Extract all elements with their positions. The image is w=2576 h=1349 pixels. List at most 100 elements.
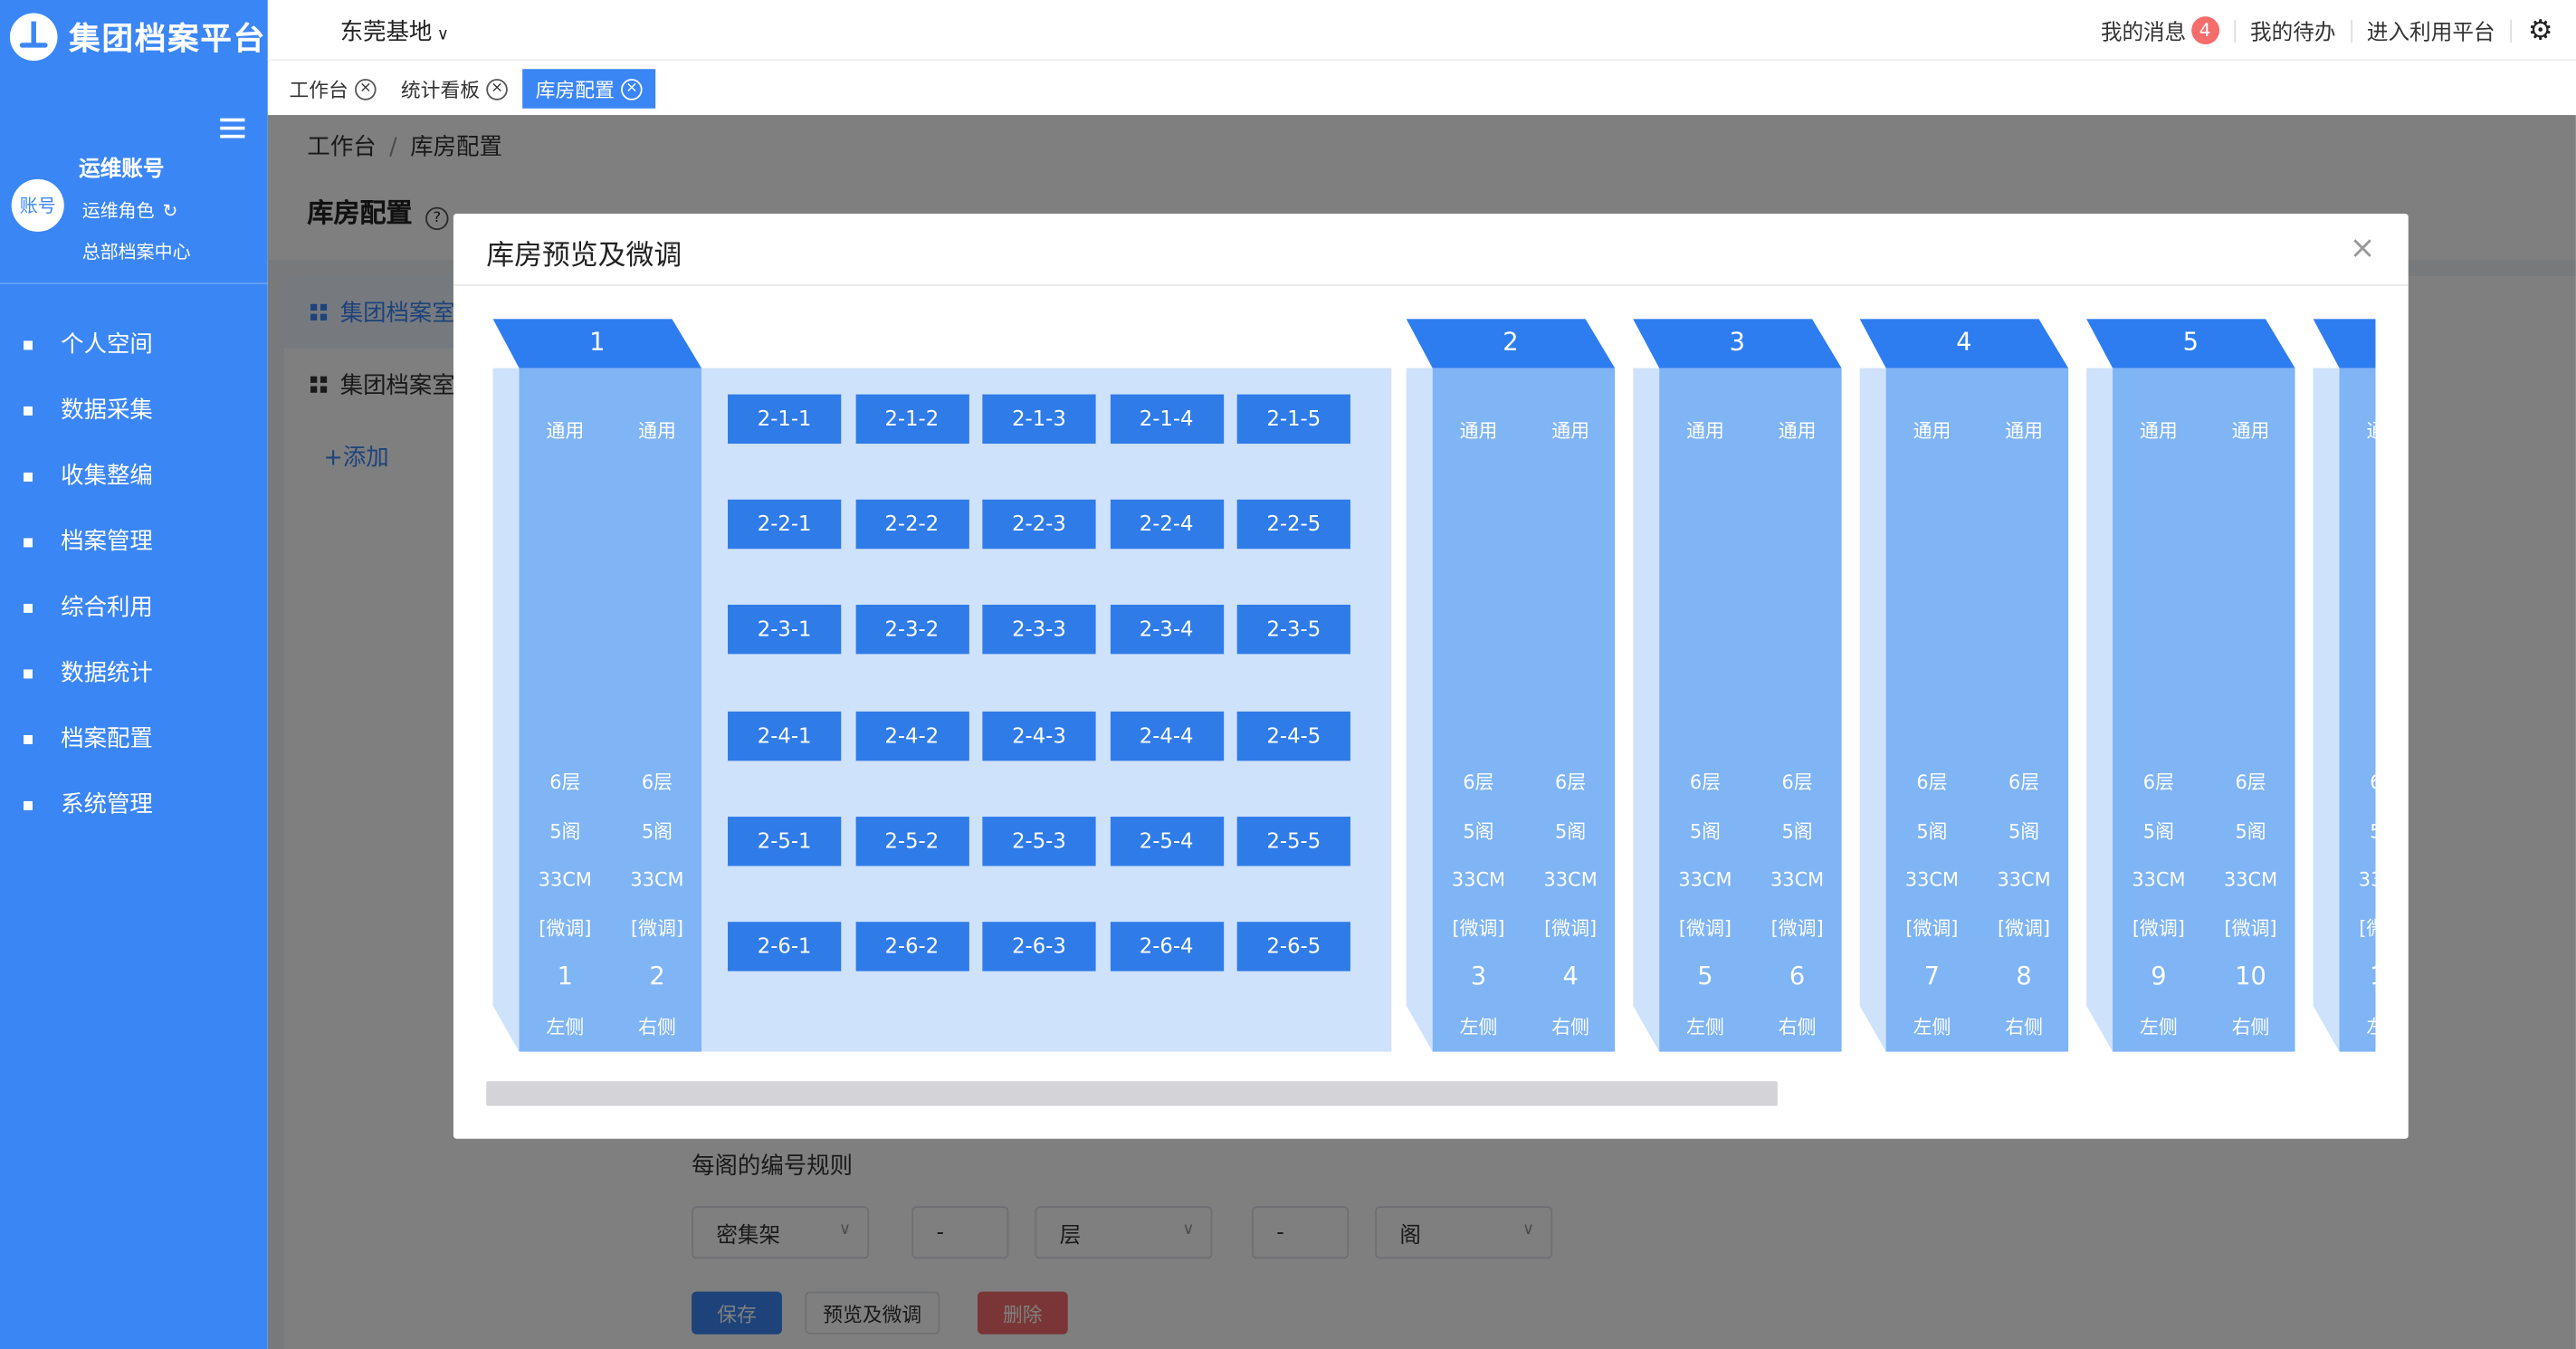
- rack-column-usage: 通用: [1551, 418, 1590, 443]
- shelf-cell[interactable]: 2-1-2: [854, 394, 968, 445]
- base-selector[interactable]: 东莞基地 ∨: [340, 14, 449, 47]
- shelf-cell[interactable]: 2-6-3: [982, 922, 1096, 971]
- shelf-cell[interactable]: 2-4-4: [1110, 711, 1224, 761]
- menu-item[interactable]: ▪ 收集整编: [0, 442, 268, 508]
- menu-item[interactable]: ▪ 数据采集: [0, 377, 268, 443]
- rack-column-adjust[interactable]: [微调]: [520, 915, 612, 942]
- close-tab-icon[interactable]: ×: [355, 78, 377, 100]
- rack-column-adjust[interactable]: [微调]: [611, 915, 703, 942]
- rack-column: 通用 6层 5阁 33CM [微调] 9 左侧: [2113, 368, 2205, 1052]
- shelf-cell[interactable]: 2-6-5: [1236, 922, 1350, 971]
- menu-item[interactable]: ▪ 系统管理: [0, 770, 268, 837]
- shelf-cell[interactable]: 2-5-1: [728, 816, 842, 866]
- shelf-cell[interactable]: 2-1-5: [1236, 394, 1350, 445]
- rack-column-layers: 6层: [1916, 770, 1948, 794]
- messages-link[interactable]: 我的消息 4: [2086, 14, 2234, 46]
- rack-column-index: 10: [2235, 961, 2266, 991]
- rack-column-cells: 5阁: [1916, 819, 1948, 844]
- horizontal-scrollbar[interactable]: [486, 1081, 1778, 1106]
- rack-column-usage: 通用: [638, 418, 676, 443]
- menu-item-label: 数据采集: [61, 397, 153, 425]
- rack-front: 通用 6层 5阁 33CM [微调] 9 左侧 通用 6层 5阁 33CM [微调] 10 右侧: [2113, 368, 2295, 1052]
- shelf-cell[interactable]: 2-6-4: [1110, 922, 1224, 971]
- shelf-cell[interactable]: 2-1-1: [728, 394, 842, 445]
- refresh-icon[interactable]: ↻: [163, 200, 178, 222]
- dialog-title: 库房预览及微调: [486, 239, 682, 273]
- shelf-cell[interactable]: 2-4-3: [982, 711, 1096, 761]
- settings-gear-icon[interactable]: ⚙: [2512, 14, 2576, 46]
- rack-column-side: 右侧: [638, 1015, 676, 1039]
- rack-column-side: 左侧: [1686, 1015, 1724, 1039]
- shelf-cell[interactable]: 2-3-2: [854, 605, 968, 655]
- rack-column-adjust[interactable]: [微调]: [2340, 915, 2375, 942]
- shelf-cell[interactable]: 2-1-3: [982, 394, 1096, 445]
- menu-toggle-icon[interactable]: [220, 118, 245, 139]
- rack-column-adjust[interactable]: [微调]: [2205, 915, 2297, 942]
- tab[interactable]: 统计看板 ×: [391, 69, 518, 109]
- chart-icon: ▪: [22, 661, 34, 684]
- rack-column-cells: 5阁: [1781, 819, 1813, 844]
- rack-column: 通用 6层 5阁 33CM [微调] 10 右侧: [2205, 368, 2297, 1052]
- side-menu: ▪ 个人空间 ▪ 数据采集 ▪ 收集整编 ▪ 档案管理 ▪ 综合利用 ▪ 数据统计 ▪ 档案配置 ▪ 系统管理: [0, 311, 268, 837]
- rack-side: [2314, 368, 2340, 1052]
- rack-column-side: 左侧: [2340, 1014, 2376, 1040]
- rack-column-layers: 6层: [2235, 770, 2266, 794]
- rack-column-width: 33CM: [2223, 867, 2278, 891]
- shelf-cell[interactable]: 2-5-2: [854, 816, 968, 866]
- shelf-cell[interactable]: 2-5-5: [1236, 816, 1350, 866]
- rack-column-adjust[interactable]: [微调]: [2113, 915, 2205, 942]
- close-tab-icon[interactable]: ×: [486, 78, 508, 100]
- shelf-cell[interactable]: 2-1-4: [1110, 394, 1224, 445]
- rack-column-adjust[interactable]: [微调]: [1433, 915, 1525, 942]
- shelf-cell[interactable]: 2-4-2: [854, 711, 968, 761]
- menu-item[interactable]: ▪ 综合利用: [0, 573, 268, 639]
- todo-link[interactable]: 我的待办: [2236, 14, 2351, 46]
- shelf-cell[interactable]: 2-6-2: [854, 922, 968, 971]
- close-tab-icon[interactable]: ×: [621, 78, 643, 100]
- tab-label: 统计看板: [400, 78, 481, 101]
- shelf-cell[interactable]: 2-2-4: [1110, 500, 1224, 550]
- rack-column: 通用 6层 5阁 33CM [微调] 11 左侧: [2340, 368, 2376, 1052]
- enter-platform-link[interactable]: 进入利用平台: [2352, 14, 2510, 46]
- menu-item[interactable]: ▪ 档案配置: [0, 705, 268, 771]
- rack-column-adjust[interactable]: [微调]: [1659, 915, 1751, 942]
- rack-column-adjust[interactable]: [微调]: [1978, 915, 2070, 942]
- shelf-cell[interactable]: 2-2-5: [1236, 500, 1350, 550]
- rack-column: 通用 6层 5阁 33CM [微调] 2 右侧: [611, 368, 703, 1052]
- menu-item-label: 综合利用: [61, 595, 153, 622]
- shelf-cell[interactable]: 2-5-4: [1110, 816, 1224, 866]
- close-icon[interactable]: ×: [2350, 230, 2376, 266]
- shelf-cell[interactable]: 2-5-3: [982, 816, 1096, 866]
- shelf-cell[interactable]: 2-2-3: [982, 500, 1096, 550]
- messages-label: 我的消息: [2100, 21, 2187, 46]
- logo[interactable]: 集团档案平台: [9, 13, 266, 62]
- shelf-cell[interactable]: 2-2-2: [854, 500, 968, 550]
- shelf-cell[interactable]: 2-4-1: [728, 711, 842, 761]
- shelf-cell[interactable]: 2-2-1: [728, 500, 842, 550]
- user-role[interactable]: 运维角色 ↻: [82, 197, 178, 224]
- rack: 通用 6层 5阁 33CM [微调] 11 左侧: [2314, 319, 2376, 1052]
- rack-column-index: 6: [1789, 961, 1806, 991]
- shelf-cell[interactable]: 2-3-3: [982, 605, 1096, 655]
- tab[interactable]: 库房配置 ×: [522, 69, 656, 109]
- rack-column-adjust[interactable]: [微调]: [1751, 915, 1844, 942]
- sidebar: 集团档案平台 账号 运维账号 运维角色 ↻ 总部档案中心 ▪ 个人空间 ▪ 数据采集 ▪ 收…: [0, 0, 268, 1349]
- shelf-cell[interactable]: 2-3-4: [1110, 605, 1224, 655]
- menu-item[interactable]: ▪ 个人空间: [0, 311, 268, 377]
- menu-item[interactable]: ▪ 档案管理: [0, 508, 268, 574]
- rack-front: 通用 6层 5阁 33CM [微调] 1 左侧 通用 6层 5阁 33CM [微调] 2 右侧: [519, 368, 703, 1052]
- menu-item[interactable]: ▪ 数据统计: [0, 639, 268, 705]
- rack-column-adjust[interactable]: [微调]: [1886, 915, 1979, 942]
- shelf-cell[interactable]: 2-3-5: [1236, 605, 1350, 655]
- shelf-cell[interactable]: 2-3-1: [728, 605, 842, 655]
- user-name: 运维账号: [79, 158, 165, 183]
- shelf-cell[interactable]: 2-4-5: [1236, 711, 1350, 761]
- shelf-cell[interactable]: 2-6-1: [728, 922, 842, 971]
- tab-label: 库房配置: [535, 78, 615, 101]
- tab[interactable]: 工作台 ×: [280, 69, 386, 109]
- top-bar: 东莞基地 ∨ 我的消息 4 我的待办 进入利用平台 ⚙: [267, 0, 2576, 62]
- rack-column-index: 11: [2340, 962, 2375, 991]
- rack-column-layers: 6层: [1555, 770, 1587, 794]
- rack-column-cells: 5阁: [1555, 819, 1587, 844]
- rack-column-adjust[interactable]: [微调]: [1524, 915, 1617, 942]
